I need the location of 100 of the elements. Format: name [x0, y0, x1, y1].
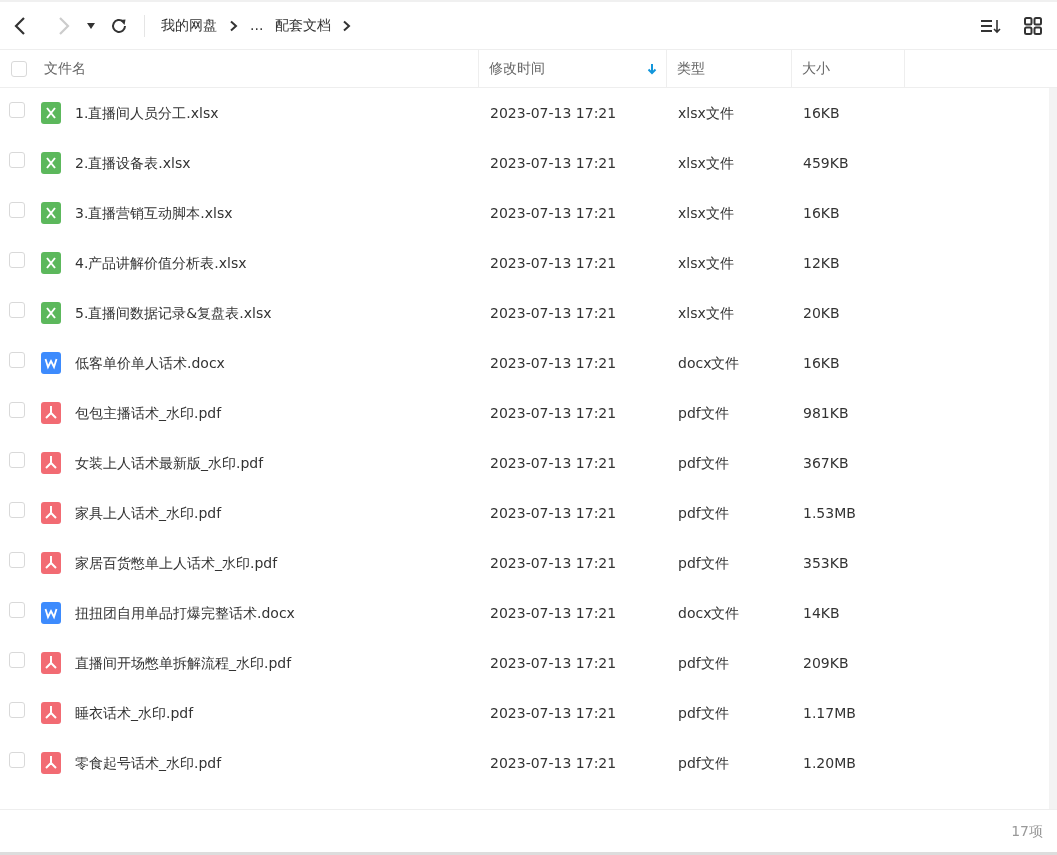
chevron-icon: [342, 19, 353, 32]
item-count: 17项: [1011, 821, 1043, 841]
file-type: xlsx文件: [678, 254, 734, 271]
column-header[interactable]: 文件名: [27, 50, 479, 87]
back-icon[interactable]: [12, 15, 28, 36]
modified-time: 2023-07-13 17:21: [490, 404, 617, 421]
modified-time: 2023-07-13 17:21: [490, 554, 617, 571]
row-checkbox[interactable]: [9, 602, 25, 618]
file-name: 2.直播设备表.xlsx: [75, 153, 191, 173]
file-size: 353KB: [803, 554, 849, 571]
row-checkbox[interactable]: [9, 652, 25, 668]
file-row[interactable]: 家具上人话术_水印.pdf 2023-07-13 17:21 pdf文件 1.53MB: [0, 488, 1049, 538]
modified-time: 2023-07-13 17:21: [490, 304, 617, 321]
row-checkbox[interactable]: [9, 752, 25, 768]
file-row[interactable]: 直播间开场憋单拆解流程_水印.pdf 2023-07-13 17:21 pdf文件 209KB: [0, 638, 1049, 688]
file-row[interactable]: 4.产品讲解价值分析表.xlsx 2023-07-13 17:21 xlsx文件 12KB: [0, 238, 1049, 288]
file-type: xlsx文件: [678, 204, 734, 221]
file-name: 扭扭团自用单品打爆完整话术.docx: [75, 603, 295, 623]
file-type: pdf文件: [678, 754, 729, 771]
file-size: 20KB: [803, 304, 840, 321]
dropdown-caret-icon[interactable]: [86, 21, 96, 30]
file-size: 1.53MB: [803, 504, 856, 521]
modified-time: 2023-07-13 17:21: [490, 604, 617, 621]
modified-time: 2023-07-13 17:21: [490, 504, 617, 521]
file-type: docx文件: [678, 604, 740, 621]
file-name: 家具上人话术_水印.pdf: [75, 503, 222, 523]
row-checkbox[interactable]: [9, 302, 25, 318]
file-row[interactable]: 1.直播间人员分工.xlsx 2023-07-13 17:21 xlsx文件 16KB: [0, 88, 1049, 138]
file-size: 16KB: [803, 204, 840, 221]
column-header[interactable]: 大小: [792, 50, 905, 87]
file-name: 1.直播间人员分工.xlsx: [75, 103, 219, 123]
grid-view-icon[interactable]: [1023, 16, 1042, 35]
sort-icon[interactable]: [979, 17, 1002, 34]
file-size: 14KB: [803, 604, 840, 621]
file-type: pdf文件: [678, 654, 729, 671]
modified-time: 2023-07-13 17:21: [490, 704, 617, 721]
row-checkbox[interactable]: [9, 552, 25, 568]
file-name: 包包主播话术_水印.pdf: [75, 403, 222, 423]
file-name: 零食起号话术_水印.pdf: [75, 753, 222, 773]
column-header[interactable]: 类型: [667, 50, 792, 87]
modified-time: 2023-07-13 17:21: [490, 354, 617, 371]
modified-time: 2023-07-13 17:21: [490, 204, 617, 221]
file-name: 家居百货憋单上人话术_水印.pdf: [75, 553, 278, 573]
file-row[interactable]: 扭扭团自用单品打爆完整话术.docx 2023-07-13 17:21 docx文件 14KB: [0, 588, 1049, 638]
file-row[interactable]: 低客单价单人话术.docx 2023-07-13 17:21 docx文件 16KB: [0, 338, 1049, 388]
file-type: xlsx文件: [678, 304, 734, 321]
breadcrumb-link[interactable]: 配套文档: [270, 15, 335, 36]
file-size: 1.17MB: [803, 704, 856, 721]
row-checkbox[interactable]: [9, 202, 25, 218]
breadcrumb-link[interactable]: ...: [246, 15, 268, 36]
modified-time: 2023-07-13 17:21: [490, 654, 617, 671]
breadcrumb-link[interactable]: 我的网盘: [157, 15, 221, 36]
row-checkbox[interactable]: [9, 252, 25, 268]
row-checkbox[interactable]: [9, 702, 25, 718]
modified-time: 2023-07-13 17:21: [490, 454, 617, 471]
file-type: xlsx文件: [678, 154, 734, 171]
file-row[interactable]: 睡衣话术_水印.pdf 2023-07-13 17:21 pdf文件 1.17MB: [0, 688, 1049, 738]
row-checkbox[interactable]: [9, 352, 25, 368]
file-name: 3.直播营销互动脚本.xlsx: [75, 203, 233, 223]
file-row[interactable]: 5.直播间数据记录&复盘表.xlsx 2023-07-13 17:21 xlsx文件 20KB: [0, 288, 1049, 338]
row-checkbox[interactable]: [9, 502, 25, 518]
file-name: 直播间开场憋单拆解流程_水印.pdf: [75, 653, 292, 673]
file-name: 低客单价单人话术.docx: [75, 353, 225, 373]
file-type: pdf文件: [678, 504, 729, 521]
file-size: 16KB: [803, 354, 840, 371]
file-type: pdf文件: [678, 454, 729, 471]
file-type: pdf文件: [678, 554, 729, 571]
file-type: pdf文件: [678, 704, 729, 721]
file-size: 459KB: [803, 154, 849, 171]
row-checkbox[interactable]: [9, 452, 25, 468]
file-row[interactable]: 女装上人话术最新版_水印.pdf 2023-07-13 17:21 pdf文件 367KB: [0, 438, 1049, 488]
column-header[interactable]: 修改时间: [479, 50, 667, 87]
file-name: 女装上人话术最新版_水印.pdf: [75, 453, 264, 473]
file-size: 16KB: [803, 104, 840, 121]
refresh-icon[interactable]: [110, 16, 128, 35]
file-row[interactable]: 包包主播话术_水印.pdf 2023-07-13 17:21 pdf文件 981KB: [0, 388, 1049, 438]
file-size: 1.20MB: [803, 754, 856, 771]
modified-time: 2023-07-13 17:21: [490, 154, 617, 171]
file-size: 12KB: [803, 254, 840, 271]
select-all-checkbox[interactable]: [11, 60, 27, 77]
row-checkbox[interactable]: [9, 402, 25, 418]
file-type: docx文件: [678, 354, 740, 371]
file-size: 981KB: [803, 404, 849, 421]
file-row[interactable]: 零食起号话术_水印.pdf 2023-07-13 17:21 pdf文件 1.20MB: [0, 738, 1049, 788]
chevron-icon: [228, 19, 239, 32]
row-checkbox[interactable]: [9, 102, 25, 118]
file-type: xlsx文件: [678, 104, 734, 121]
file-name: 5.直播间数据记录&复盘表.xlsx: [75, 303, 272, 323]
modified-time: 2023-07-13 17:21: [490, 104, 617, 121]
file-row[interactable]: 家居百货憋单上人话术_水印.pdf 2023-07-13 17:21 pdf文件 353KB: [0, 538, 1049, 588]
row-checkbox[interactable]: [9, 152, 25, 168]
file-row[interactable]: 2.直播设备表.xlsx 2023-07-13 17:21 xlsx文件 459KB: [0, 138, 1049, 188]
modified-time: 2023-07-13 17:21: [490, 754, 617, 771]
file-name: 睡衣话术_水印.pdf: [75, 703, 194, 723]
file-size: 209KB: [803, 654, 849, 671]
modified-time: 2023-07-13 17:21: [490, 254, 617, 271]
file-size: 367KB: [803, 454, 849, 471]
file-row[interactable]: 3.直播营销互动脚本.xlsx 2023-07-13 17:21 xlsx文件 16KB: [0, 188, 1049, 238]
file-type: pdf文件: [678, 404, 729, 421]
file-name: 4.产品讲解价值分析表.xlsx: [75, 253, 247, 273]
